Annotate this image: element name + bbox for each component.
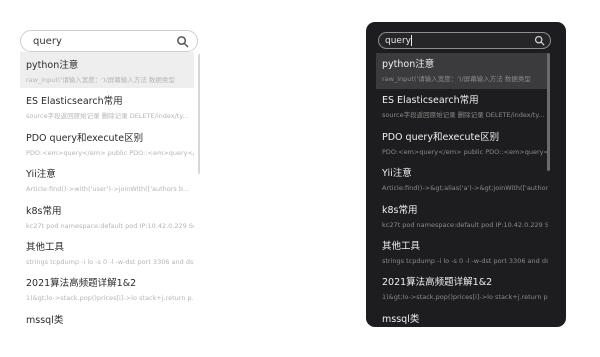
item-title: Yii注意 <box>26 169 56 181</box>
item-title: python注意 <box>382 59 435 70</box>
item-title: ES Elasticsearch常用 <box>26 96 123 108</box>
list-item[interactable]: 其他工具 strings tcpdump -i lo -s 0 -l -w-ds… <box>20 234 194 270</box>
list-item[interactable]: 2021算法高频题详解1&2 1)&gt;lo->stack.pop()pric… <box>20 270 194 306</box>
item-title: 其他工具 <box>26 241 65 253</box>
item-snippet: 1)&gt;lo->stack.pop()prices[i]->lo stack… <box>382 293 548 302</box>
list-item[interactable]: k8s常用 kc27t pod namespace:default pod IP… <box>20 198 194 234</box>
list-item[interactable]: ES Elasticsearch常用 source字段返回原始记录 删除记录 D… <box>376 89 548 125</box>
list-item[interactable]: python注意 raw_input('请输入宽度：')/屏幕输入方法 数据类型 <box>20 52 194 89</box>
item-snippet: kc27t pod namespace:default pod IP:10.42… <box>382 220 548 229</box>
item-title: PDO query和execute区别 <box>26 132 144 144</box>
search-icon[interactable] <box>534 35 545 46</box>
list-item[interactable]: PDO query和execute区别 PDO:<em>query</em> p… <box>376 126 548 162</box>
list-item[interactable]: mssql类 <box>20 307 194 343</box>
light-result-list: python注意 raw_input('请输入宽度：')/屏幕输入方法 数据类型… <box>20 52 194 343</box>
item-title: mssql类 <box>26 314 64 326</box>
item-snippet: Article:find()->&gt;alias('a')->&gt;join… <box>382 184 548 193</box>
item-title: Yii注意 <box>382 168 412 180</box>
item-snippet: PDO:<em>query</em> public PDO::<em>query… <box>26 148 194 157</box>
dark-search-box[interactable] <box>378 32 551 49</box>
search-icon[interactable] <box>176 35 189 48</box>
item-title: PDO query和execute区别 <box>382 131 500 143</box>
item-title: 2021算法高频题详解1&2 <box>382 277 493 289</box>
list-item[interactable]: Yii注意 Article:find()->with('user')->join… <box>20 161 194 197</box>
list-item[interactable]: 其他工具 strings tcpdump -i lo -s 0 -l -w-ds… <box>376 235 548 271</box>
item-snippet: strings tcpdump -i lo -s 0 -l -w-dst por… <box>26 257 194 266</box>
item-snippet: strings tcpdump -i lo -s 0 -l -w-dst por… <box>382 256 548 265</box>
list-item[interactable]: Yii注意 Article:find()->&gt;alias('a')->&g… <box>376 162 548 198</box>
item-snippet: 1)&gt;lo->stack.pop()prices[i]->lo stack… <box>26 294 194 303</box>
item-title: k8s常用 <box>382 204 418 216</box>
item-title: 2021算法高频题详解1&2 <box>26 278 137 290</box>
item-snippet: raw_input('请输入宽度：')/屏幕输入方法 数据类型 <box>382 75 531 83</box>
item-title: python注意 <box>26 60 79 71</box>
list-item[interactable]: python注意 raw_input('请输入宽度：')/屏幕输入方法 数据类型 <box>376 53 548 90</box>
light-search-input[interactable] <box>33 34 173 49</box>
item-title: mssql类 <box>382 313 420 325</box>
item-title: k8s常用 <box>26 205 62 217</box>
light-search-box[interactable] <box>20 30 198 52</box>
light-theme-panel: python注意 raw_input('请输入宽度：')/屏幕输入方法 数据类型… <box>10 22 200 357</box>
item-snippet: source字段返回原始记录 删除记录 DELETE/index/ty... <box>382 111 545 120</box>
item-snippet: kc27t pod namespace:default pod IP:10.42… <box>26 221 194 230</box>
dark-scrollbar[interactable] <box>547 53 550 171</box>
item-snippet: raw_input('请输入宽度：')/屏幕输入方法 数据类型 <box>26 76 175 84</box>
dark-theme-panel: python注意 raw_input('请输入宽度：')/屏幕输入方法 数据类型… <box>366 22 566 327</box>
item-title: 其他工具 <box>382 240 421 252</box>
item-title: ES Elasticsearch常用 <box>382 95 479 107</box>
dark-search-input[interactable] <box>385 34 525 47</box>
list-item[interactable]: 2021算法高频题详解1&2 1)&gt;lo->stack.pop()pric… <box>376 271 548 307</box>
list-item[interactable]: mssql类 <box>376 308 548 327</box>
dark-result-list: python注意 raw_input('请输入宽度：')/屏幕输入方法 数据类型… <box>376 53 548 327</box>
list-item[interactable]: ES Elasticsearch常用 source字段返回原始记录 删除记录 D… <box>20 88 194 124</box>
item-snippet: source字段返回原始记录 删除记录 DELETE/index/ty... <box>26 112 189 121</box>
item-snippet: Article:find()->with('user')->joinWith([… <box>26 185 190 194</box>
list-item[interactable]: k8s常用 kc27t pod namespace:default pod IP… <box>376 199 548 235</box>
list-item[interactable]: PDO query和execute区别 PDO:<em>query</em> p… <box>20 125 194 161</box>
item-snippet: PDO:<em>query</em> public PDO::<em>query… <box>382 147 548 156</box>
light-scrollbar[interactable] <box>198 54 200 174</box>
text-caret <box>411 35 412 46</box>
